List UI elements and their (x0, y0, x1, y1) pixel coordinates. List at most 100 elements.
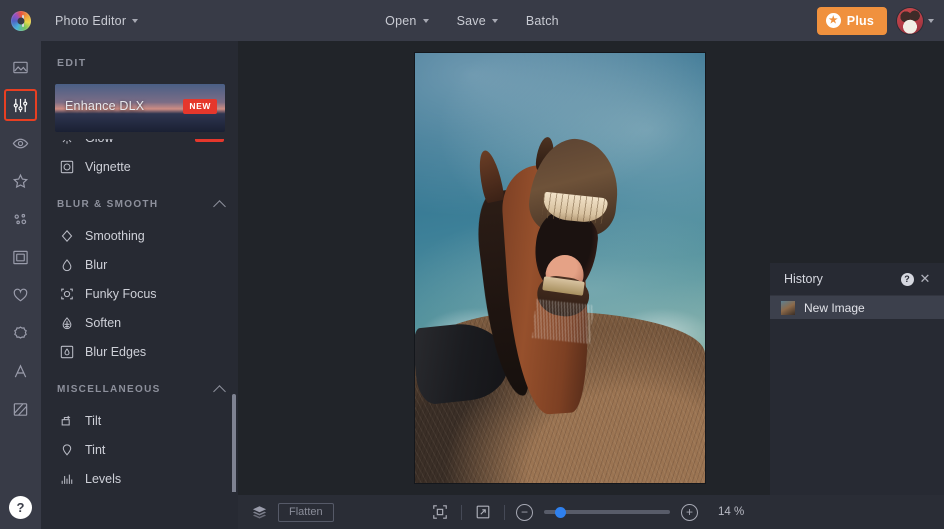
history-close-button[interactable]: ✕ (916, 270, 934, 288)
avatar (897, 8, 923, 34)
flatten-label: Flatten (289, 506, 323, 518)
history-thumbnail (781, 301, 795, 315)
zoom-slider[interactable] (544, 510, 670, 514)
edit-panel: EDIT Enhance DLX NEW Glow (41, 41, 238, 529)
vignette-icon (59, 159, 74, 174)
rail-item-text[interactable] (0, 355, 41, 387)
batch-label: Batch (526, 14, 559, 28)
top-toolbar: Photo Editor Open Save Batch ★ Plus (0, 0, 944, 41)
app-logo[interactable] (0, 0, 41, 41)
chevron-down-icon (492, 19, 498, 23)
chevron-down-icon (132, 19, 138, 23)
bottom-toolbar: Flatten − (238, 495, 944, 529)
fit-to-screen-button[interactable] (430, 502, 450, 522)
edit-row-blur-edges[interactable]: Blur Edges (41, 337, 238, 366)
rail-item-overlays[interactable] (0, 203, 41, 235)
account-menu[interactable] (897, 8, 934, 34)
open-button[interactable]: Open (373, 7, 440, 35)
photo-editor-app: Photo Editor Open Save Batch ★ Plus (0, 0, 944, 529)
help-icon: ? (901, 273, 914, 286)
history-item[interactable]: New Image (770, 296, 944, 319)
adjust-sliders-icon (12, 97, 29, 114)
edit-row-label: Blur (85, 258, 107, 272)
panel-title: EDIT (41, 41, 238, 79)
section-title: MISCELLANEOUS (57, 384, 161, 395)
flatten-button[interactable]: Flatten (278, 503, 334, 522)
tool-rail: ? (0, 41, 41, 529)
star-icon: ★ (826, 13, 841, 28)
edit-row-label: Smoothing (85, 229, 145, 243)
edit-row-levels[interactable]: Levels (41, 464, 238, 492)
edit-row-vignette[interactable]: Vignette (41, 152, 238, 181)
section-blur-and-smooth[interactable]: BLUR & SMOOTH (41, 187, 238, 221)
promo-label: Enhance DLX (65, 99, 144, 113)
promo-banner-container: Enhance DLX NEW (41, 79, 238, 139)
panel-scroll-area[interactable]: Enhance DLX NEW Glow NEW (41, 79, 238, 492)
rail-item-stickers[interactable] (0, 279, 41, 311)
edit-row-label: Blur Edges (85, 345, 146, 359)
zoom-in-button[interactable]: + (681, 504, 698, 521)
canvas-image[interactable] (415, 53, 705, 483)
fit-to-screen-icon (432, 504, 448, 520)
edit-row-blur[interactable]: Blur (41, 250, 238, 279)
plus-label: Plus (847, 14, 874, 28)
save-label: Save (457, 14, 486, 28)
layers-icon[interactable] (250, 503, 268, 521)
droplet-icon (59, 257, 74, 272)
plus-upgrade-button[interactable]: ★ Plus (817, 7, 887, 35)
edit-row-tint[interactable]: Tint (41, 435, 238, 464)
batch-button[interactable]: Batch (514, 7, 571, 35)
edit-row-label: Tint (85, 443, 105, 457)
chevron-down-icon (423, 19, 429, 23)
frame-icon (12, 249, 29, 266)
rail-item-badges[interactable] (0, 317, 41, 349)
zoom-out-button[interactable]: − (516, 504, 533, 521)
edit-row-smoothing[interactable]: Smoothing (41, 221, 238, 250)
help-label: ? (17, 500, 25, 515)
chevron-up-icon (213, 200, 226, 213)
enhance-dlx-banner[interactable]: Enhance DLX NEW (55, 84, 225, 132)
diamond-icon (59, 228, 74, 243)
app-menu-button[interactable]: Photo Editor (43, 7, 150, 35)
color-wheel-icon (11, 11, 31, 31)
history-help-button[interactable]: ? (898, 270, 916, 288)
zoom-in-label: + (686, 506, 693, 518)
rail-item-frames[interactable] (0, 241, 41, 273)
texture-icon (12, 401, 29, 418)
rail-item-retouch[interactable] (0, 127, 41, 159)
rail-item-edit[interactable] (0, 89, 41, 121)
funky-focus-icon (59, 286, 74, 301)
edit-row-label: Levels (85, 472, 121, 486)
edit-row-label: Tilt (85, 414, 101, 428)
edit-row-label: Funky Focus (85, 287, 157, 301)
heart-icon (12, 287, 29, 304)
section-miscellaneous[interactable]: MISCELLANEOUS (41, 372, 238, 406)
edit-row-label: Vignette (85, 160, 131, 174)
save-button[interactable]: Save (445, 7, 510, 35)
soften-icon (59, 315, 74, 330)
edit-list: Glow NEW Vignette BLUR & SMOOTH (41, 123, 238, 492)
help-button[interactable]: ? (9, 496, 32, 519)
rail-item-textures[interactable] (0, 393, 41, 425)
zoom-slider-knob[interactable] (555, 507, 566, 518)
new-badge: NEW (183, 99, 217, 114)
section-title: BLUR & SMOOTH (57, 199, 158, 210)
panel-scrollbar[interactable] (232, 394, 236, 492)
logo-stem (22, 15, 24, 27)
zoom-controls: − + 14 % (238, 502, 944, 522)
rail-item-effects[interactable] (0, 165, 41, 197)
rail-item-image[interactable] (0, 51, 41, 83)
zoom-out-label: − (521, 506, 528, 518)
topbar-right: ★ Plus (817, 0, 934, 41)
image-icon (12, 59, 29, 76)
edit-row-label: Soften (85, 316, 121, 330)
text-icon (12, 363, 29, 380)
app-menu-label: Photo Editor (55, 14, 126, 28)
edit-row-soften[interactable]: Soften (41, 308, 238, 337)
edit-row-funky-focus[interactable]: Funky Focus (41, 279, 238, 308)
divider (504, 505, 505, 520)
edit-row-tilt[interactable]: Tilt (41, 406, 238, 435)
actual-size-button[interactable] (473, 502, 493, 522)
open-label: Open (385, 14, 416, 28)
photo-horse-whiskers (532, 299, 594, 344)
